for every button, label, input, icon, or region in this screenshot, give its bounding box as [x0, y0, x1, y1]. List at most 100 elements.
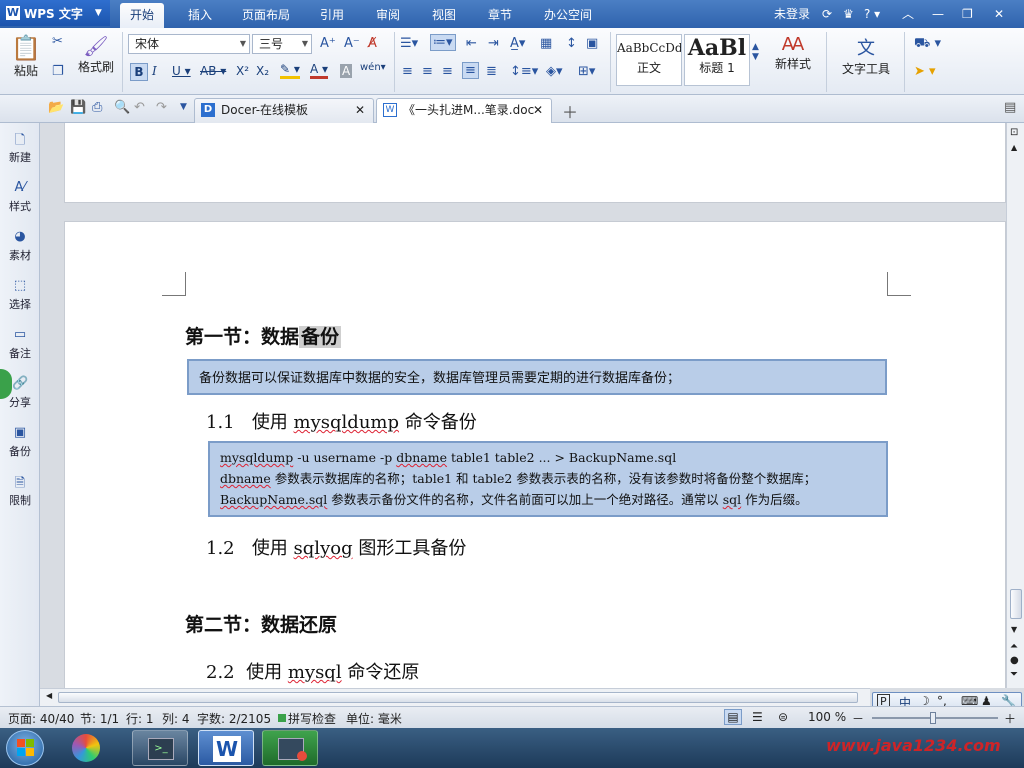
outline-view-icon[interactable]: ☰: [752, 710, 763, 724]
tab-docer-templates[interactable]: D Docer-在线模板 ✕: [194, 98, 374, 123]
decrease-indent-icon[interactable]: ⇤: [466, 36, 477, 51]
tab-list-icon[interactable]: ▤: [1004, 100, 1016, 115]
chinese-layout-icon[interactable]: A̲▾: [510, 36, 525, 51]
sidebar-item-new[interactable]: 🗋 新建: [0, 131, 40, 165]
strikethrough-button[interactable]: AB ▾: [200, 64, 226, 78]
horizontal-scrollbar[interactable]: ◀: [40, 688, 870, 706]
start-button[interactable]: [6, 730, 44, 766]
borders-icon[interactable]: ⊞▾: [578, 64, 595, 79]
taskbar-app-recorder[interactable]: [262, 730, 318, 766]
collapse-ribbon-icon[interactable]: ︿: [902, 0, 914, 28]
taskbar-app-colorful[interactable]: [60, 730, 116, 766]
prev-page-icon[interactable]: ⏶: [1010, 641, 1018, 652]
sidebar-item-styles[interactable]: A⁄ 样式: [0, 180, 40, 214]
minimize-icon[interactable]: —: [932, 0, 944, 28]
copy-icon[interactable]: ❐: [52, 64, 64, 79]
zoom-slider-thumb[interactable]: [930, 712, 936, 724]
sidebar-item-restrict[interactable]: 🗎 限制: [0, 474, 40, 508]
help-icon[interactable]: ? ▾: [864, 0, 880, 28]
tab-insert[interactable]: 插入: [180, 4, 220, 26]
app-menu-button[interactable]: W WPS 文字 ▼: [0, 0, 110, 26]
vertical-scroll-thumb[interactable]: [1010, 589, 1022, 619]
align-left-icon[interactable]: ≡: [402, 64, 413, 79]
tab-review[interactable]: 审阅: [368, 4, 408, 26]
redo-icon[interactable]: ↷: [156, 100, 167, 115]
print-preview-icon[interactable]: 🔍: [114, 100, 130, 115]
shrink-font-icon[interactable]: A⁻: [344, 36, 360, 51]
sort-icon[interactable]: ↕: [566, 36, 577, 51]
page-indicator[interactable]: 页面: 40/40: [8, 710, 74, 727]
font-size-select[interactable]: 三号 ▼: [252, 34, 312, 54]
underline-button[interactable]: U ▾: [172, 64, 191, 78]
italic-button[interactable]: I: [152, 64, 157, 78]
current-page[interactable]: 第一节：数据 备份 备份数据可以保证数据库中数据的安全，数据库管理员需要定期的进行…: [64, 221, 1006, 688]
clear-format-icon[interactable]: A̸: [368, 36, 377, 51]
select-browse-object-icon[interactable]: ●: [1010, 655, 1019, 666]
tab-references[interactable]: 引用: [312, 4, 352, 26]
superscript-button[interactable]: X²: [236, 64, 249, 78]
zoom-out-icon[interactable]: －: [852, 710, 864, 727]
phonetic-guide-icon[interactable]: wén▾: [360, 62, 386, 73]
scroll-left-icon[interactable]: ◀: [46, 691, 52, 700]
print-icon[interactable]: ⎙: [92, 100, 102, 115]
close-tab-icon[interactable]: ✕: [355, 99, 365, 122]
bold-button[interactable]: B: [130, 63, 148, 81]
split-view-icon[interactable]: ⊡: [1010, 127, 1018, 138]
increase-indent-icon[interactable]: ⇥: [488, 36, 499, 51]
shading-icon[interactable]: ◈▾: [546, 64, 563, 79]
tab-current-document[interactable]: W 《一头扎进M...笔录.doc ✕: [376, 98, 552, 123]
zoom-in-icon[interactable]: ＋: [1004, 710, 1016, 727]
select-icon[interactable]: ➤ ▾: [914, 64, 936, 79]
tab-office-space[interactable]: 办公空间: [536, 4, 600, 26]
scroll-up-icon[interactable]: ▲: [1011, 143, 1017, 152]
sync-icon[interactable]: ⟳: [822, 0, 832, 28]
web-view-icon[interactable]: ⊜: [778, 710, 788, 724]
cut-icon[interactable]: ✂: [52, 34, 63, 49]
paste-button[interactable]: 📋 粘贴: [8, 34, 44, 79]
new-style-button[interactable]: Ꜳ 新样式: [766, 34, 820, 72]
font-color-button[interactable]: A ▾: [310, 62, 329, 79]
open-folder-icon[interactable]: 📂: [48, 100, 64, 115]
font-name-select[interactable]: 宋体 ▼: [128, 34, 250, 54]
word-count[interactable]: 字数: 2/2105: [197, 710, 271, 727]
taskbar-app-terminal[interactable]: >_: [132, 730, 188, 766]
undo-icon[interactable]: ↶: [134, 100, 145, 115]
char-shading-button[interactable]: A: [340, 64, 353, 78]
align-right-icon[interactable]: ≡: [442, 64, 453, 79]
sidebar-item-materials[interactable]: ◕ 素材: [0, 229, 40, 263]
line-spacing-icon[interactable]: ↕≡▾: [510, 64, 538, 79]
style-heading-1[interactable]: AaBl 标题 1: [684, 34, 750, 86]
tab-home[interactable]: 开始: [120, 3, 164, 28]
page-view-icon[interactable]: ▤: [724, 709, 742, 725]
format-painter-button[interactable]: 🖌 格式刷: [76, 34, 116, 75]
save-icon[interactable]: 💾: [70, 100, 86, 115]
subscript-button[interactable]: X₂: [256, 64, 269, 78]
grow-font-icon[interactable]: A⁺: [320, 36, 336, 51]
skin-icon[interactable]: ♛: [843, 0, 854, 28]
document-canvas[interactable]: 第一节：数据 备份 备份数据可以保证数据库中数据的安全，数据库管理员需要定期的进行…: [40, 123, 1006, 688]
tab-chapter[interactable]: 章节: [480, 4, 520, 26]
scroll-down-icon[interactable]: ▼: [1011, 625, 1017, 634]
tab-page-layout[interactable]: 页面布局: [236, 4, 296, 26]
numbered-list-icon[interactable]: ≔▾: [430, 34, 456, 51]
bullet-list-icon[interactable]: ☰▾: [400, 36, 418, 51]
next-page-icon[interactable]: ⏷: [1010, 669, 1018, 680]
spellcheck-toggle[interactable]: 拼写检查: [288, 710, 336, 727]
close-icon[interactable]: ✕: [994, 0, 1004, 28]
zoom-level[interactable]: 100 %: [808, 710, 846, 724]
text-tools-button[interactable]: 文 文字工具: [834, 34, 898, 77]
show-marks-icon[interactable]: ▣: [586, 36, 598, 51]
quick-access-dropdown-icon[interactable]: ▼: [180, 102, 187, 112]
horizontal-scroll-thumb[interactable]: [58, 692, 858, 703]
sidebar-item-backup[interactable]: ▣ 备份: [0, 425, 40, 459]
sidebar-item-select[interactable]: ⬚ 选择: [0, 278, 40, 312]
highlight-button[interactable]: ✎ ▾: [280, 62, 300, 79]
taskbar-app-wps[interactable]: W: [198, 730, 254, 766]
table-icon[interactable]: ▦: [540, 36, 552, 51]
login-status[interactable]: 未登录: [774, 0, 810, 28]
styles-more-icon[interactable]: ▲ ▼: [752, 42, 759, 62]
tab-view[interactable]: 视图: [424, 4, 464, 26]
align-center-icon[interactable]: ≡: [422, 64, 433, 79]
restore-icon[interactable]: ❐: [962, 0, 973, 28]
justify-icon[interactable]: ≡: [462, 62, 479, 79]
